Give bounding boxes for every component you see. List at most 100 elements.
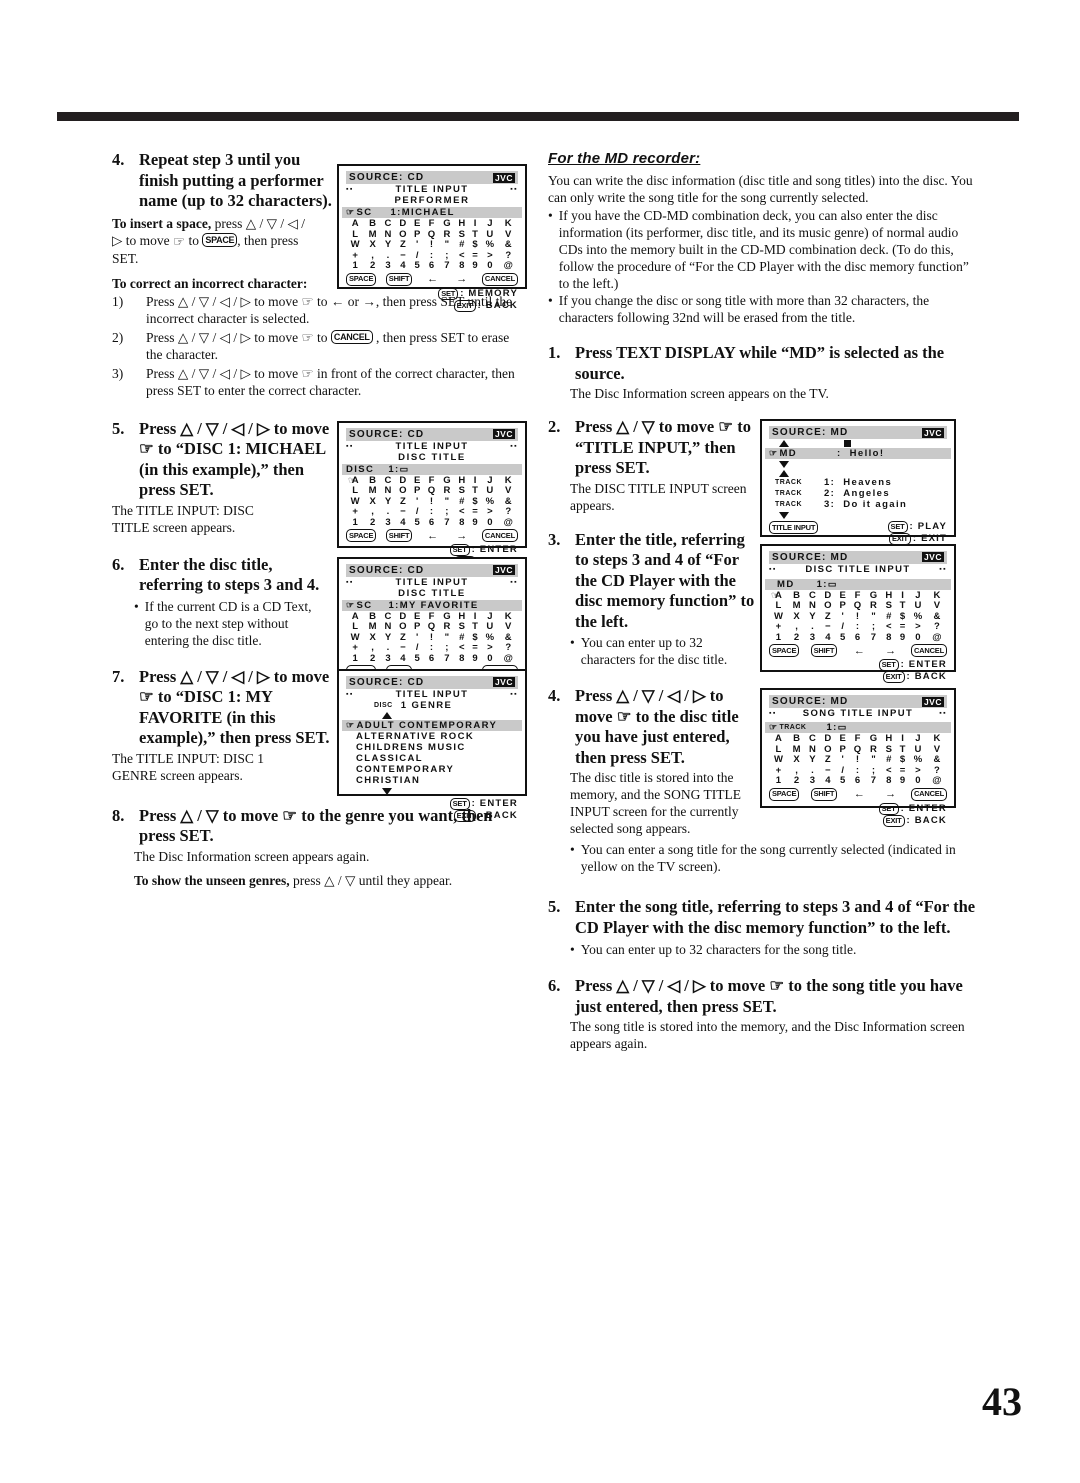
key[interactable]: > <box>481 506 498 518</box>
key[interactable]: @ <box>499 653 518 665</box>
key[interactable]: ? <box>499 506 518 518</box>
move-right-key[interactable]: → <box>885 788 896 800</box>
key[interactable]: X <box>365 239 381 251</box>
on-screen-keyboard[interactable]: ABCDEFGHIJK LMNOPQRSTUV W X Y Z '! " # $% & +,. −… <box>346 475 518 529</box>
key[interactable]: 4 <box>395 260 410 272</box>
key[interactable]: U <box>481 485 498 497</box>
move-right-key[interactable]: → <box>456 273 467 285</box>
key[interactable]: O <box>395 621 410 633</box>
key[interactable]: 1 <box>346 653 365 665</box>
on-screen-keyboard[interactable]: ABCDEFGHIJK LMNOPQRSTUV W X Y Z '! " # $% & +,. −… <box>769 590 947 644</box>
key[interactable]: ! <box>424 239 439 251</box>
key[interactable]: 2 <box>365 517 381 529</box>
key[interactable]: 6 <box>424 260 439 272</box>
key[interactable]: . <box>381 642 395 654</box>
key[interactable]: 6 <box>424 517 439 529</box>
genre-item[interactable]: ALTERNATIVE ROCK <box>346 731 518 742</box>
key[interactable]: > <box>481 642 498 654</box>
key[interactable]: P <box>411 621 424 633</box>
key[interactable]: − <box>395 642 410 654</box>
key[interactable]: 7 <box>439 260 454 272</box>
disc-scroll-down[interactable] <box>769 460 947 469</box>
move-left-key[interactable]: ← <box>427 273 438 285</box>
key[interactable]: 7 <box>439 517 454 529</box>
key[interactable]: 2 <box>365 260 381 272</box>
key[interactable]: Q <box>424 621 439 633</box>
key[interactable]: 7 <box>439 653 454 665</box>
key[interactable]: 3 <box>381 517 395 529</box>
key[interactable]: 9 <box>469 517 481 529</box>
key[interactable]: ? <box>499 642 518 654</box>
key[interactable]: N <box>381 621 395 633</box>
space-key[interactable]: SPACE <box>769 787 800 801</box>
key[interactable]: G <box>439 218 454 230</box>
key[interactable]: 5 <box>836 776 850 787</box>
key[interactable]: " <box>439 239 454 251</box>
key[interactable]: Z <box>395 239 410 251</box>
key[interactable]: 3 <box>381 260 395 272</box>
shift-key[interactable]: SHIFT <box>385 272 413 286</box>
track-row[interactable]: TRACK 1: Heavens <box>769 477 947 488</box>
key[interactable]: ' <box>411 239 424 251</box>
key[interactable]: @ <box>499 260 518 272</box>
key[interactable]: @ <box>927 776 947 787</box>
track-row[interactable]: TRACK 3: Do it again <box>769 499 947 510</box>
entry-line[interactable]: MD 1: ▭ <box>765 578 951 590</box>
key[interactable]: N <box>381 485 395 497</box>
key[interactable]: 5 <box>411 260 424 272</box>
key[interactable]: 2 <box>365 653 381 665</box>
key[interactable]: L <box>346 621 365 633</box>
move-right-key[interactable]: → <box>456 530 467 542</box>
key[interactable]: 8 <box>455 517 469 529</box>
key[interactable]: 4 <box>820 776 836 787</box>
key[interactable]: 4 <box>395 517 410 529</box>
key[interactable]: % <box>481 239 498 251</box>
key[interactable]: < <box>455 506 469 518</box>
on-screen-keyboard[interactable]: ABCDEFGHIJK LMNOPQRSTUV W X Y Z '! " # $% & +,. −… <box>769 734 947 787</box>
track-row[interactable]: TRACK 2: Angeles <box>769 488 947 499</box>
key[interactable]: 7 <box>866 776 882 787</box>
key[interactable]: 1 <box>769 776 788 787</box>
key[interactable]: 4 <box>820 632 836 644</box>
key[interactable]: @ <box>927 632 947 644</box>
key[interactable]: V <box>499 485 518 497</box>
key[interactable]: . <box>381 506 395 518</box>
cancel-key[interactable]: CANCEL <box>481 529 518 542</box>
key[interactable]: 6 <box>850 776 866 787</box>
key[interactable]: J <box>481 218 498 230</box>
move-right-key[interactable]: → <box>885 645 896 657</box>
md-disc-title-row[interactable]: ☞ MD : Hello! <box>765 448 951 460</box>
key[interactable]: M <box>365 621 381 633</box>
genre-item[interactable]: CONTEMPORARY CHRISTIAN <box>346 764 518 786</box>
key[interactable]: I <box>469 218 481 230</box>
move-left-key[interactable]: ← <box>854 645 865 657</box>
key[interactable]: 0 <box>909 776 927 787</box>
key[interactable]: 9 <box>469 260 481 272</box>
key[interactable]: 0 <box>909 632 927 644</box>
key[interactable]: S <box>455 621 469 633</box>
key[interactable]: 3 <box>805 776 820 787</box>
key[interactable]: 0 <box>481 260 498 272</box>
key[interactable]: 8 <box>882 776 897 787</box>
key[interactable]: U <box>481 621 498 633</box>
key[interactable]: 9 <box>896 776 909 787</box>
key[interactable]: R <box>439 485 454 497</box>
key[interactable]: W <box>346 239 365 251</box>
space-key[interactable]: SPACE <box>346 272 377 286</box>
key[interactable]: L <box>346 485 365 497</box>
cancel-key[interactable]: CANCEL <box>481 272 518 286</box>
key[interactable]: 2 <box>788 776 805 787</box>
key[interactable]: 3 <box>805 632 820 644</box>
key[interactable]: D <box>395 218 410 230</box>
key[interactable]: 5 <box>411 517 424 529</box>
key[interactable]: 9 <box>896 632 909 644</box>
key[interactable]: 5 <box>411 653 424 665</box>
key[interactable]: 9 <box>469 653 481 665</box>
cancel-key[interactable]: CANCEL <box>910 787 947 801</box>
key[interactable]: / <box>411 642 424 654</box>
key[interactable]: Q <box>424 485 439 497</box>
space-key[interactable]: SPACE <box>769 644 800 658</box>
key[interactable]: S <box>455 485 469 497</box>
key[interactable]: V <box>499 621 518 633</box>
key[interactable]: R <box>439 621 454 633</box>
